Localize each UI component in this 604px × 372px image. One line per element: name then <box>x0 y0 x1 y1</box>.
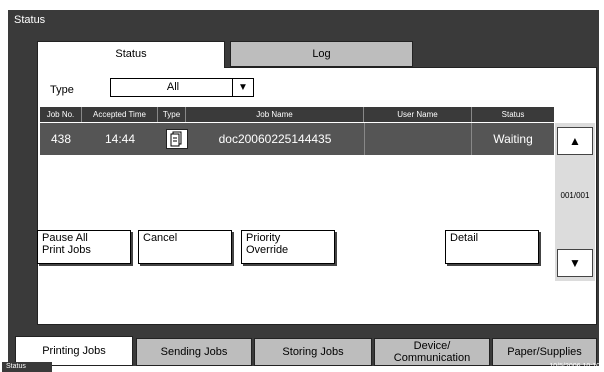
page-indicator: 001/001 <box>560 191 590 200</box>
cell-job-no: 438 <box>50 132 72 146</box>
priority-override-button[interactable]: Priority Override <box>241 230 335 264</box>
col-job-no: Job No. <box>40 107 82 122</box>
statusbar-datetime: 10/5/2006 10:10 <box>549 363 600 370</box>
tab-storing-jobs[interactable]: Storing Jobs <box>254 338 372 366</box>
cell-status: Waiting <box>493 132 533 146</box>
arrow-down-icon: ▼ <box>569 256 581 270</box>
cell-user-name <box>364 123 472 155</box>
pause-all-print-jobs-button[interactable]: Pause All Print Jobs <box>37 230 131 264</box>
tab-log[interactable]: Log <box>230 41 413 67</box>
cell-job-name: doc20060225144435 <box>218 132 332 146</box>
type-dropdown-value: All <box>166 81 180 93</box>
document-icon <box>166 129 188 149</box>
tab-sending-jobs[interactable]: Sending Jobs <box>136 338 252 366</box>
table-header: Job No. Accepted Time Type Job Name User… <box>40 107 554 122</box>
col-job-name: Job Name <box>186 107 364 122</box>
window-title: Status <box>14 14 46 26</box>
scroll-down-button[interactable]: ▼ <box>557 249 593 277</box>
col-status: Status <box>501 110 525 119</box>
status-panel: Type All ▼ Job No. Accepted Time Type Jo… <box>37 67 597 325</box>
col-type: Type <box>158 107 186 122</box>
col-user-name: User Name <box>364 107 472 122</box>
scrollbar[interactable]: ▲ 001/001 ▼ <box>555 123 595 281</box>
dropdown-arrow-icon[interactable]: ▼ <box>232 79 253 96</box>
type-label: Type <box>50 84 74 96</box>
arrow-up-icon: ▲ <box>569 134 581 148</box>
scroll-up-button[interactable]: ▲ <box>557 127 593 155</box>
status-window: Status Status Log Type All ▼ Job No. Acc… <box>8 10 599 366</box>
cell-accepted-time: 14:44 <box>104 132 136 146</box>
table-row[interactable]: 438 14:44 doc20060225144435 Waiting <box>40 123 554 155</box>
cancel-button[interactable]: Cancel <box>138 230 232 264</box>
col-accepted-time: Accepted Time <box>82 107 158 122</box>
detail-button[interactable]: Detail <box>445 230 539 264</box>
tab-device-communication[interactable]: Device/ Communication <box>374 338 490 366</box>
type-dropdown[interactable]: All ▼ <box>110 78 254 97</box>
tab-status[interactable]: Status <box>37 41 225 68</box>
statusbar-label[interactable]: Status <box>2 362 52 372</box>
